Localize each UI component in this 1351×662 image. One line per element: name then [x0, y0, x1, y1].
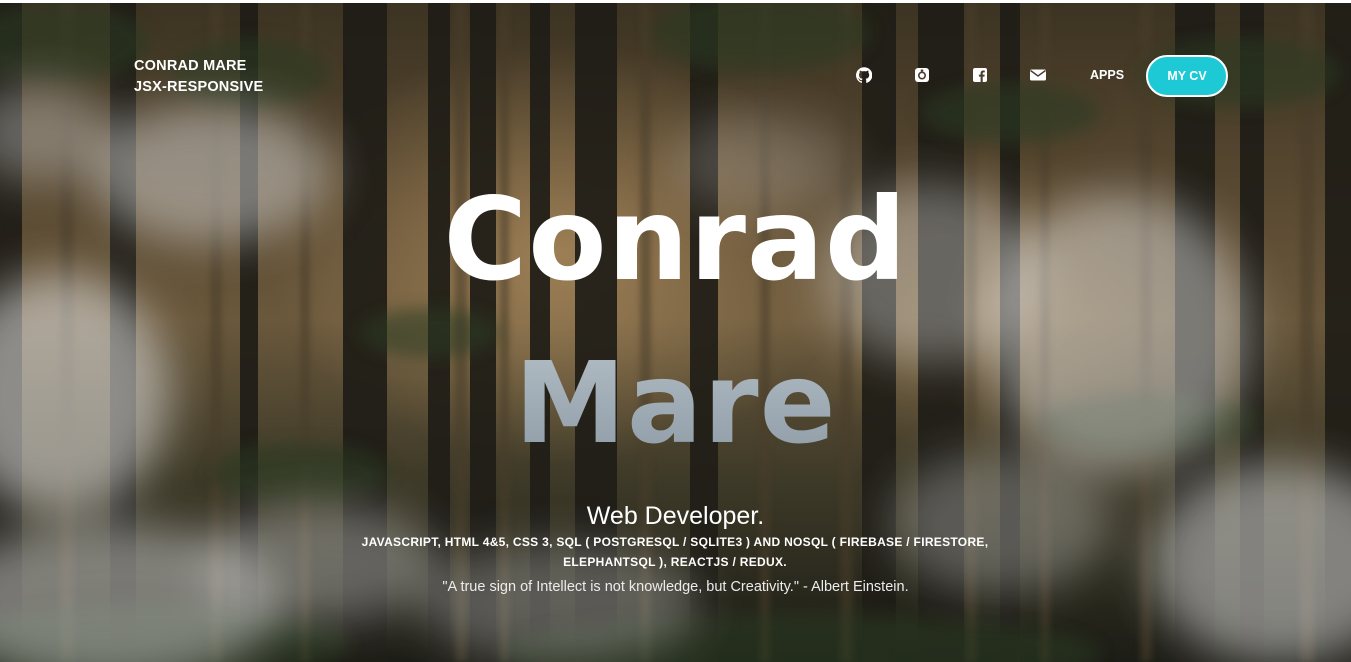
mail-icon[interactable] [1029, 67, 1047, 85]
hero-first-name: Conrad [443, 173, 908, 306]
github-icon[interactable] [855, 67, 874, 85]
gitlab-icon[interactable] [914, 67, 932, 85]
my-cv-button[interactable]: MY CV [1146, 55, 1228, 97]
hero-background: CONRAD MARE JSX-RESPONSIVE APPS MY CV Co… [0, 3, 1351, 662]
hero-quote: "A true sign of Intellect is not knowled… [442, 579, 909, 595]
hero-skills: JAVASCRIPT, HTML 4&5, CSS 3, SQL ( POSTG… [361, 535, 989, 569]
facebook-icon[interactable] [972, 67, 990, 85]
page: CONRAD MARE JSX-RESPONSIVE APPS MY CV Co… [0, 0, 1351, 662]
hero-role: Web Developer. [586, 502, 765, 530]
apps-link[interactable]: APPS [1090, 68, 1124, 82]
hero-last-name: Mare [0, 339, 1351, 469]
top-navigation: APPS MY CV [0, 55, 1351, 97]
